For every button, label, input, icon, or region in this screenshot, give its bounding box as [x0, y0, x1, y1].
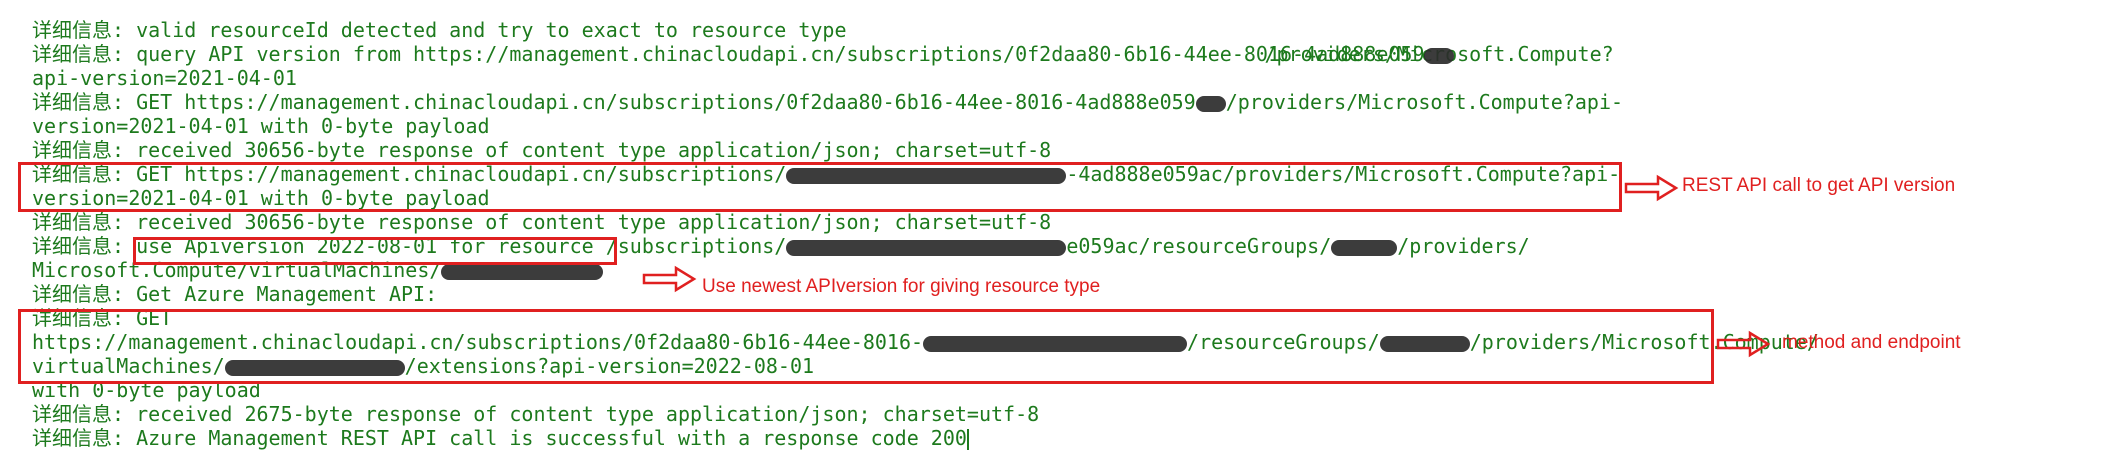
highlight-method-endpoint [18, 309, 1714, 384]
log-text: e059ac/resourceGroups/ [1066, 234, 1332, 258]
log-text: version=2021-04-01 with 0-byte payload [32, 114, 490, 138]
log-text: /subscriptions/ [605, 234, 787, 258]
log-line: 详细信息: query API version from https://man… [32, 42, 1614, 66]
log-line: 详细信息: received 30656-byte response of co… [32, 138, 1051, 162]
log-text: Azure Management REST API call is succes… [136, 426, 967, 450]
log-line: version=2021-04-01 with 0-byte payload [32, 114, 490, 138]
log-text: /providers/ [1397, 234, 1530, 258]
annotation-newest-apiversion: Use newest APIversion for giving resourc… [702, 276, 1101, 297]
log-line: 详细信息: received 2675-byte response of con… [32, 402, 1039, 426]
redaction-mark [1195, 95, 1226, 112]
log-text: GET https://management.chinacloudapi.cn/… [136, 90, 1196, 114]
log-line: 详细信息: Get Azure Management API: [32, 282, 437, 306]
highlight-apiversion [133, 237, 617, 265]
redaction-mark [1331, 239, 1398, 256]
annotation-rest-api-call: REST API call to get API version [1682, 175, 1956, 196]
arrow-right-icon [1716, 330, 1771, 358]
log-prefix: 详细信息: [32, 90, 137, 114]
arrow-right-icon [642, 265, 697, 293]
log-prefix: 详细信息: [32, 210, 137, 234]
log-text: received 30656-byte response of content … [136, 210, 1052, 234]
log-prefix: 详细信息: [32, 282, 137, 306]
log-prefix: 详细信息: [32, 42, 137, 66]
arrow-right-icon [1624, 174, 1679, 202]
highlight-rest-api-call [18, 162, 1622, 212]
redaction-mark [1424, 47, 1455, 64]
annotation-method-endpoint: method and endpoint [1782, 332, 1961, 353]
redaction-mark [441, 263, 604, 280]
log-text: valid resourceId detected and try to exa… [136, 18, 847, 42]
log-text: api-version=2021-04-01 [32, 66, 297, 90]
log-line: 详细信息: Azure Management REST API call is … [32, 426, 969, 450]
log-prefix: 详细信息: [32, 18, 137, 42]
log-text: Get Azure Management API: [136, 282, 438, 306]
log-prefix: 详细信息: [32, 426, 137, 450]
log-line: api-version=2021-04-01 [32, 66, 297, 90]
log-prefix: 详细信息: [32, 234, 137, 258]
log-line: 详细信息: GET https://management.chinaclouda… [32, 90, 1623, 114]
log-text: /providers/Microsoft.Compute?api- [1225, 90, 1624, 114]
log-prefix: 详细信息: [32, 138, 137, 162]
redaction-mark [786, 239, 1067, 256]
log-line: 详细信息: received 30656-byte response of co… [32, 210, 1051, 234]
log-line: 详细信息: valid resourceId detected and try … [32, 18, 847, 42]
log-text: received 30656-byte response of content … [136, 138, 1052, 162]
log-text: query API version from https://managemen… [136, 42, 1425, 66]
text-cursor [966, 429, 969, 450]
log-prefix: 详细信息: [32, 402, 137, 426]
log-text: received 2675-byte response of content t… [136, 402, 1040, 426]
